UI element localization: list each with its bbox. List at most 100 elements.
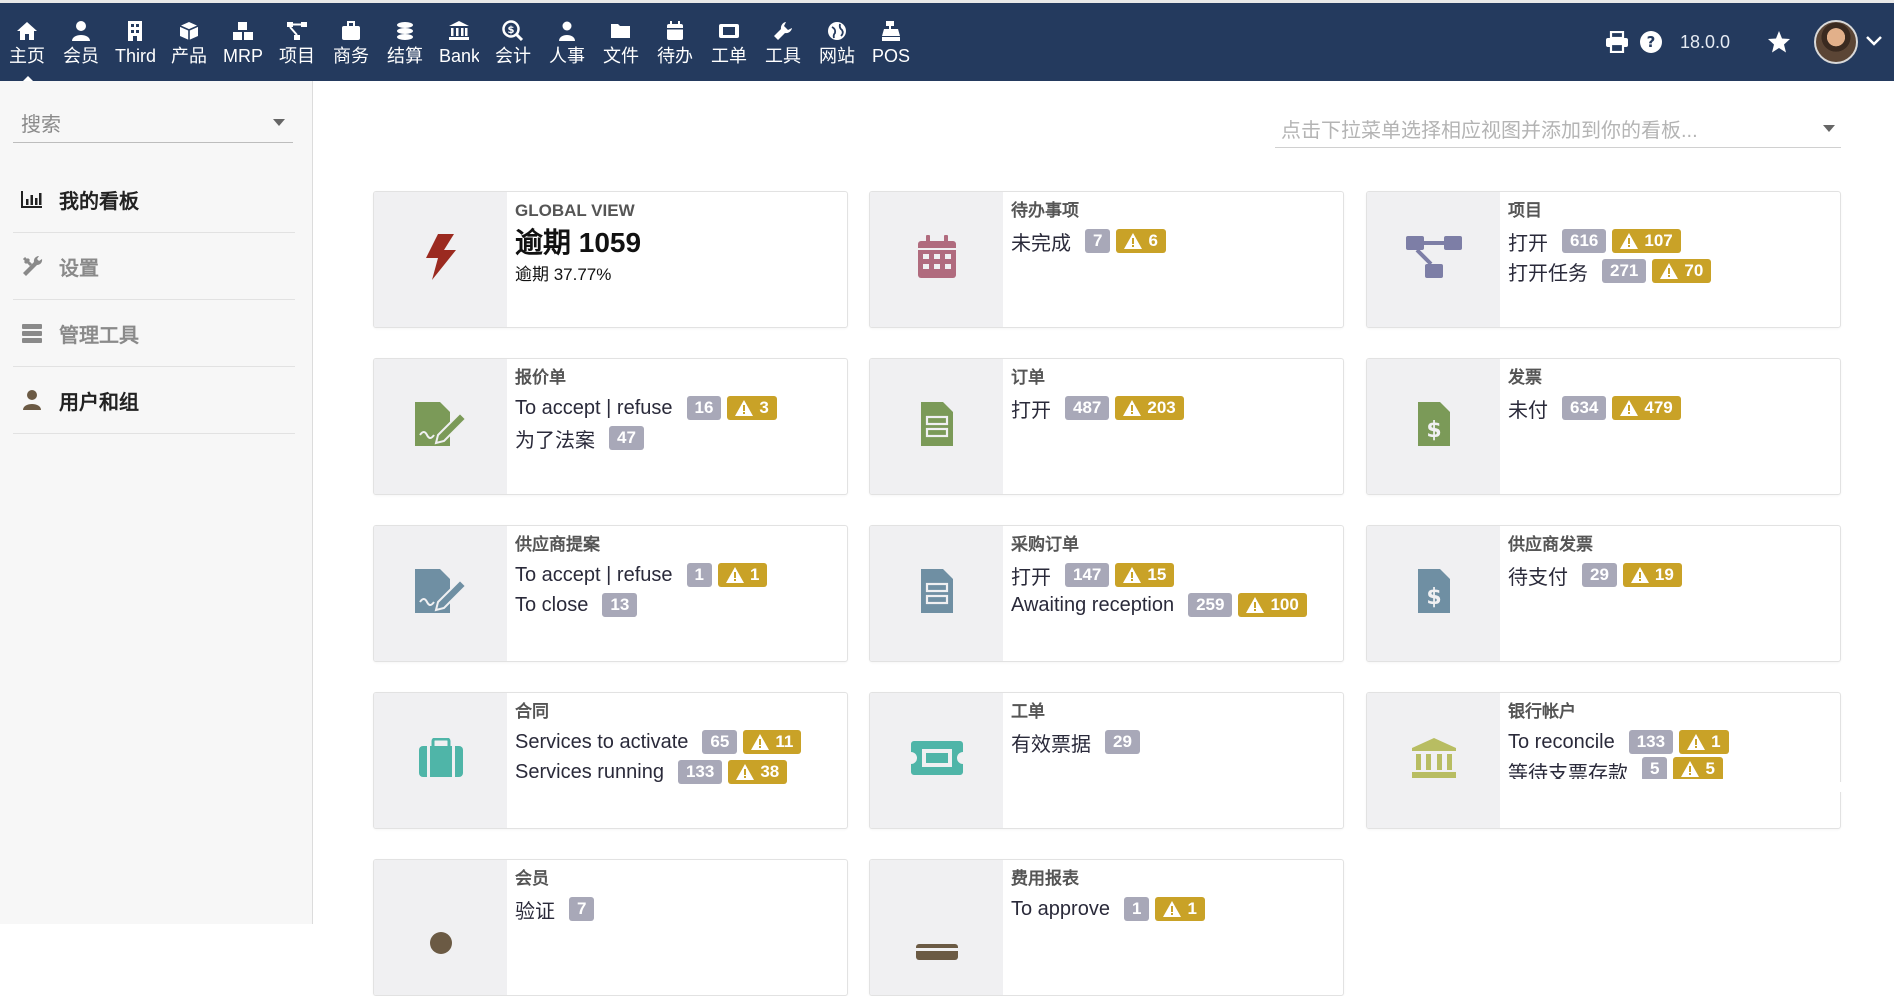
sidebar-item-my-dashboard[interactable]: 我的看板 bbox=[13, 166, 295, 233]
wallet-icon bbox=[915, 940, 959, 965]
count-badge: 634 bbox=[1562, 396, 1607, 420]
app-agenda[interactable]: 待办 bbox=[648, 3, 702, 81]
app-bank[interactable]: Bank bbox=[432, 3, 486, 81]
warning-icon bbox=[1681, 761, 1700, 777]
sidebar-item-settings[interactable]: 设置 bbox=[13, 233, 295, 300]
card-row[interactable]: 未付 634 479 bbox=[1508, 393, 1832, 423]
card-title: 合同 bbox=[515, 702, 549, 721]
warning-icon bbox=[751, 734, 770, 750]
warning-icon bbox=[1687, 734, 1706, 750]
app-menu: 主页 会员 Third 产品 MRP 项目 商务 结算 Bank $ 会计 人事… bbox=[0, 3, 918, 83]
card-row[interactable]: To reconcile 133 1 bbox=[1508, 727, 1832, 757]
card-vendor-proposals[interactable]: 供应商提案 To accept | refuse 1 1 To close 13 bbox=[373, 525, 848, 662]
app-mrp[interactable]: MRP bbox=[216, 3, 270, 81]
card-invoices[interactable]: $ 发票 未付 634 479 bbox=[1366, 358, 1841, 495]
warning-icon bbox=[1620, 233, 1639, 249]
home-icon bbox=[15, 19, 39, 43]
app-home[interactable]: 主页 bbox=[0, 3, 54, 83]
app-pos[interactable]: POS bbox=[864, 3, 918, 81]
count-badge: 487 bbox=[1065, 396, 1110, 420]
dashboard-view-select[interactable]: 点击下拉菜单选择相应视图并添加到你的看板... bbox=[1275, 110, 1841, 148]
warning-icon bbox=[1123, 567, 1142, 583]
building-icon bbox=[123, 19, 147, 43]
bookmark-star-icon[interactable] bbox=[1762, 25, 1796, 59]
count-badge: 5 bbox=[1642, 757, 1668, 779]
count-badge: 7 bbox=[569, 897, 595, 921]
card-project[interactable]: 项目 打开 616 107 打开任务 271 70 bbox=[1366, 191, 1841, 328]
card-row[interactable]: 待支付 29 19 bbox=[1508, 560, 1832, 590]
suitcase-icon bbox=[418, 737, 464, 783]
warning-icon bbox=[736, 764, 755, 780]
app-project[interactable]: 项目 bbox=[270, 3, 324, 81]
card-row[interactable]: 等待支票存款 5 5 bbox=[1508, 757, 1832, 779]
chevron-down-icon[interactable] bbox=[1866, 33, 1882, 51]
help-icon[interactable]: ? bbox=[1634, 25, 1668, 59]
card-row[interactable]: 打开 487 203 bbox=[1011, 393, 1335, 423]
left-sidebar: 搜索 我的看板 设置 管理工具 用户和组 bbox=[0, 81, 313, 924]
sidebar-item-admin-tools[interactable]: 管理工具 bbox=[13, 300, 295, 367]
card-row[interactable]: To approve 1 1 bbox=[1011, 894, 1335, 924]
card-row[interactable]: Services running 133 38 bbox=[515, 757, 839, 787]
file-signature-icon bbox=[414, 568, 468, 619]
bank-icon bbox=[1410, 737, 1458, 784]
card-title: 订单 bbox=[1011, 368, 1045, 387]
card-quotes[interactable]: 报价单 To accept | refuse 16 3 为了法案 47 bbox=[373, 358, 848, 495]
card-members[interactable]: 会员 验证 7 bbox=[373, 859, 848, 996]
app-members[interactable]: 会员 bbox=[54, 3, 108, 81]
count-badge: 65 bbox=[702, 730, 738, 754]
late-badge: 1 bbox=[717, 563, 768, 587]
card-contracts[interactable]: 合同 Services to activate 65 11 Services r… bbox=[373, 692, 848, 829]
count-badge: 47 bbox=[609, 426, 644, 450]
card-row[interactable]: 未完成 7 6 bbox=[1011, 226, 1335, 256]
count-badge: 29 bbox=[1105, 730, 1140, 754]
card-row[interactable]: 打开 147 15 bbox=[1011, 560, 1335, 590]
wrench-icon bbox=[771, 19, 795, 43]
file-alt-icon bbox=[920, 568, 954, 619]
app-documents[interactable]: 文件 bbox=[594, 3, 648, 81]
card-row[interactable]: Awaiting reception 259 100 bbox=[1011, 590, 1335, 620]
card-title: 项目 bbox=[1508, 201, 1542, 220]
count-badge: 13 bbox=[602, 593, 638, 617]
card-row[interactable]: Services to activate 65 11 bbox=[515, 727, 839, 757]
card-orders[interactable]: 订单 打开 487 203 bbox=[869, 358, 1344, 495]
card-row[interactable]: To accept | refuse 16 3 bbox=[515, 393, 839, 423]
sidebar-search-input[interactable]: 搜索 bbox=[13, 103, 293, 143]
warning-icon bbox=[725, 567, 744, 583]
card-title: 供应商提案 bbox=[515, 535, 600, 554]
late-badge: 203 bbox=[1115, 396, 1184, 420]
navbar-right-tools: ? 18.0.0 bbox=[1600, 3, 1894, 81]
user-icon bbox=[69, 19, 93, 43]
card-todo[interactable]: 待办事项 未完成 7 6 bbox=[869, 191, 1344, 328]
app-website[interactable]: 网站 bbox=[810, 3, 864, 81]
user-avatar[interactable] bbox=[1814, 20, 1858, 64]
card-row[interactable]: 打开 616 107 bbox=[1508, 226, 1832, 256]
card-row[interactable]: To close 13 bbox=[515, 590, 839, 620]
cube-icon bbox=[177, 19, 201, 43]
card-row[interactable]: To accept | refuse 1 1 bbox=[515, 560, 839, 590]
app-tools[interactable]: 工具 bbox=[756, 3, 810, 81]
card-global-view[interactable]: GLOBAL VIEW 逾期 1059 逾期 37.77% bbox=[373, 191, 848, 328]
card-row[interactable]: 有效票据 29 bbox=[1011, 727, 1335, 757]
app-accounting[interactable]: $ 会计 bbox=[486, 3, 540, 81]
card-bank-accounts[interactable]: 银行帐户 To reconcile 133 1 等待支票存款 5 5 bbox=[1366, 692, 1841, 829]
app-tickets[interactable]: 工单 bbox=[702, 3, 756, 81]
card-expenses[interactable]: 费用报表 To approve 1 1 bbox=[869, 859, 1344, 996]
app-products[interactable]: 产品 bbox=[162, 3, 216, 81]
sidebar-item-users-groups[interactable]: 用户和组 bbox=[13, 367, 295, 434]
card-purchase-orders[interactable]: 采购订单 打开 147 15 Awaiting reception 259 10… bbox=[869, 525, 1344, 662]
late-badge: 70 bbox=[1652, 259, 1712, 283]
card-vendor-invoices[interactable]: $ 供应商发票 待支付 29 19 bbox=[1366, 525, 1841, 662]
card-title: 会员 bbox=[515, 869, 549, 888]
search-dollar-icon: $ bbox=[501, 19, 525, 43]
app-hr[interactable]: 人事 bbox=[540, 3, 594, 81]
card-title: 报价单 bbox=[515, 368, 566, 387]
app-commercial[interactable]: 商务 bbox=[324, 3, 378, 81]
app-third-party[interactable]: Third bbox=[108, 3, 162, 81]
ticket-icon bbox=[717, 19, 741, 43]
app-billing[interactable]: 结算 bbox=[378, 3, 432, 81]
card-row[interactable]: 打开任务 271 70 bbox=[1508, 256, 1832, 286]
card-row[interactable]: 验证 7 bbox=[515, 894, 839, 924]
print-icon[interactable] bbox=[1600, 25, 1634, 59]
card-row[interactable]: 为了法案 47 bbox=[515, 423, 839, 453]
card-tickets[interactable]: 工单 有效票据 29 bbox=[869, 692, 1344, 829]
